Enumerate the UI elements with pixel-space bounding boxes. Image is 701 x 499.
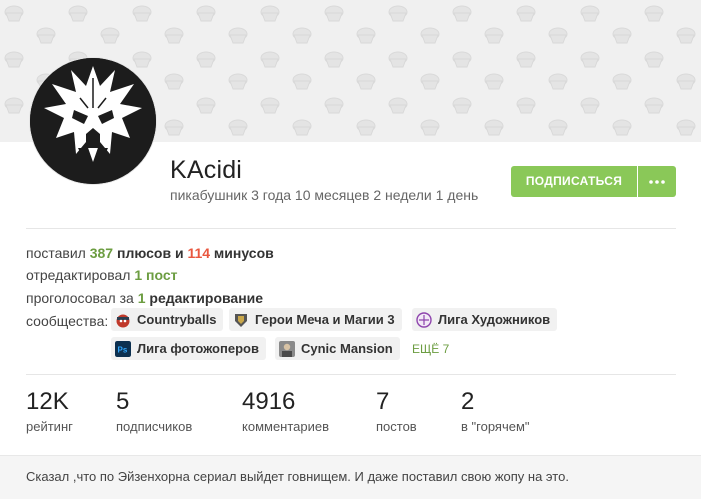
community-name: Countryballs xyxy=(137,312,217,327)
subscribe-button[interactable]: ПОДПИСАТЬСЯ xyxy=(511,166,637,197)
community-chip-countryballs[interactable]: Countryballs xyxy=(111,308,224,331)
minuses-count: 114 xyxy=(187,245,211,261)
community-name: Лига Художников xyxy=(438,312,551,327)
community-name: Лига фотожоперов xyxy=(137,341,259,356)
rating-label: рейтинг xyxy=(26,419,73,434)
edit-votes-line: проголосовал за 1 редактирование xyxy=(26,290,263,306)
edits-link[interactable]: 1 пост xyxy=(134,267,177,283)
community-chip-artists[interactable]: Лига Художников xyxy=(412,308,558,331)
divider-top xyxy=(26,228,676,229)
subscribers-value: 5 xyxy=(116,388,130,415)
edits-line: отредактировал 1 пост xyxy=(26,267,177,283)
countryball-icon xyxy=(116,314,130,327)
dots-icon xyxy=(649,179,665,184)
hot-label: в "горячем" xyxy=(461,419,530,434)
community-chip-photoshoppers[interactable]: Ps Лига фотожоперов xyxy=(111,337,266,360)
posts-label: постов xyxy=(376,419,417,434)
communities-label: сообщества: xyxy=(26,313,109,329)
community-chip-cynic-mansion[interactable]: Cynic Mansion xyxy=(275,337,400,360)
pluses-count: 387 xyxy=(89,245,114,261)
edit-votes-suffix: редактирование xyxy=(149,290,264,306)
votes-line: поставил 387 плюсов и 114 минусов xyxy=(26,245,274,261)
comments-value: 4916 xyxy=(242,388,296,415)
svg-text:Ps: Ps xyxy=(118,345,128,354)
hot-value: 2 xyxy=(461,388,475,415)
cynic-mansion-icon xyxy=(279,340,295,357)
profile-card: KAcidi пикабушник 3 года 10 месяцев 2 не… xyxy=(0,0,701,499)
artist-league-icon xyxy=(416,311,432,328)
votes-mid: плюсов и xyxy=(116,245,184,261)
posts-value: 7 xyxy=(376,388,390,415)
more-communities-link[interactable]: ЕЩЁ 7 xyxy=(412,342,449,356)
tenure-text: пикабушник 3 года 10 месяцев 2 недели 1 … xyxy=(170,187,479,203)
edit-votes-prefix: проголосовал за xyxy=(26,290,134,306)
profile-note-text: Сказал ,что по Эйзенхорна сериал выйдет … xyxy=(26,469,569,484)
avatar[interactable] xyxy=(30,58,156,184)
votes-suffix: минусов xyxy=(213,245,274,261)
community-chip-heroes[interactable]: Герои Меча и Магии 3 xyxy=(229,308,402,331)
skull-demon-icon xyxy=(30,58,156,184)
community-name: Герои Меча и Магии 3 xyxy=(255,312,395,327)
more-options-button[interactable] xyxy=(638,166,676,197)
profile-note: Сказал ,что по Эйзенхорна сериал выйдет … xyxy=(0,455,701,499)
subscribers-label: подписчиков xyxy=(116,419,193,434)
edit-votes-count: 1 xyxy=(137,290,146,306)
divider-mid xyxy=(26,374,676,375)
rating-value: 12K xyxy=(26,388,69,415)
community-name: Cynic Mansion xyxy=(301,341,393,356)
comments-label: комментариев xyxy=(242,419,330,434)
heroes-icon xyxy=(235,313,247,327)
photoshop-icon: Ps xyxy=(115,340,131,357)
edits-prefix: отредактировал xyxy=(26,267,131,283)
username: KAcidi xyxy=(170,156,243,184)
votes-prefix: поставил xyxy=(26,245,86,261)
